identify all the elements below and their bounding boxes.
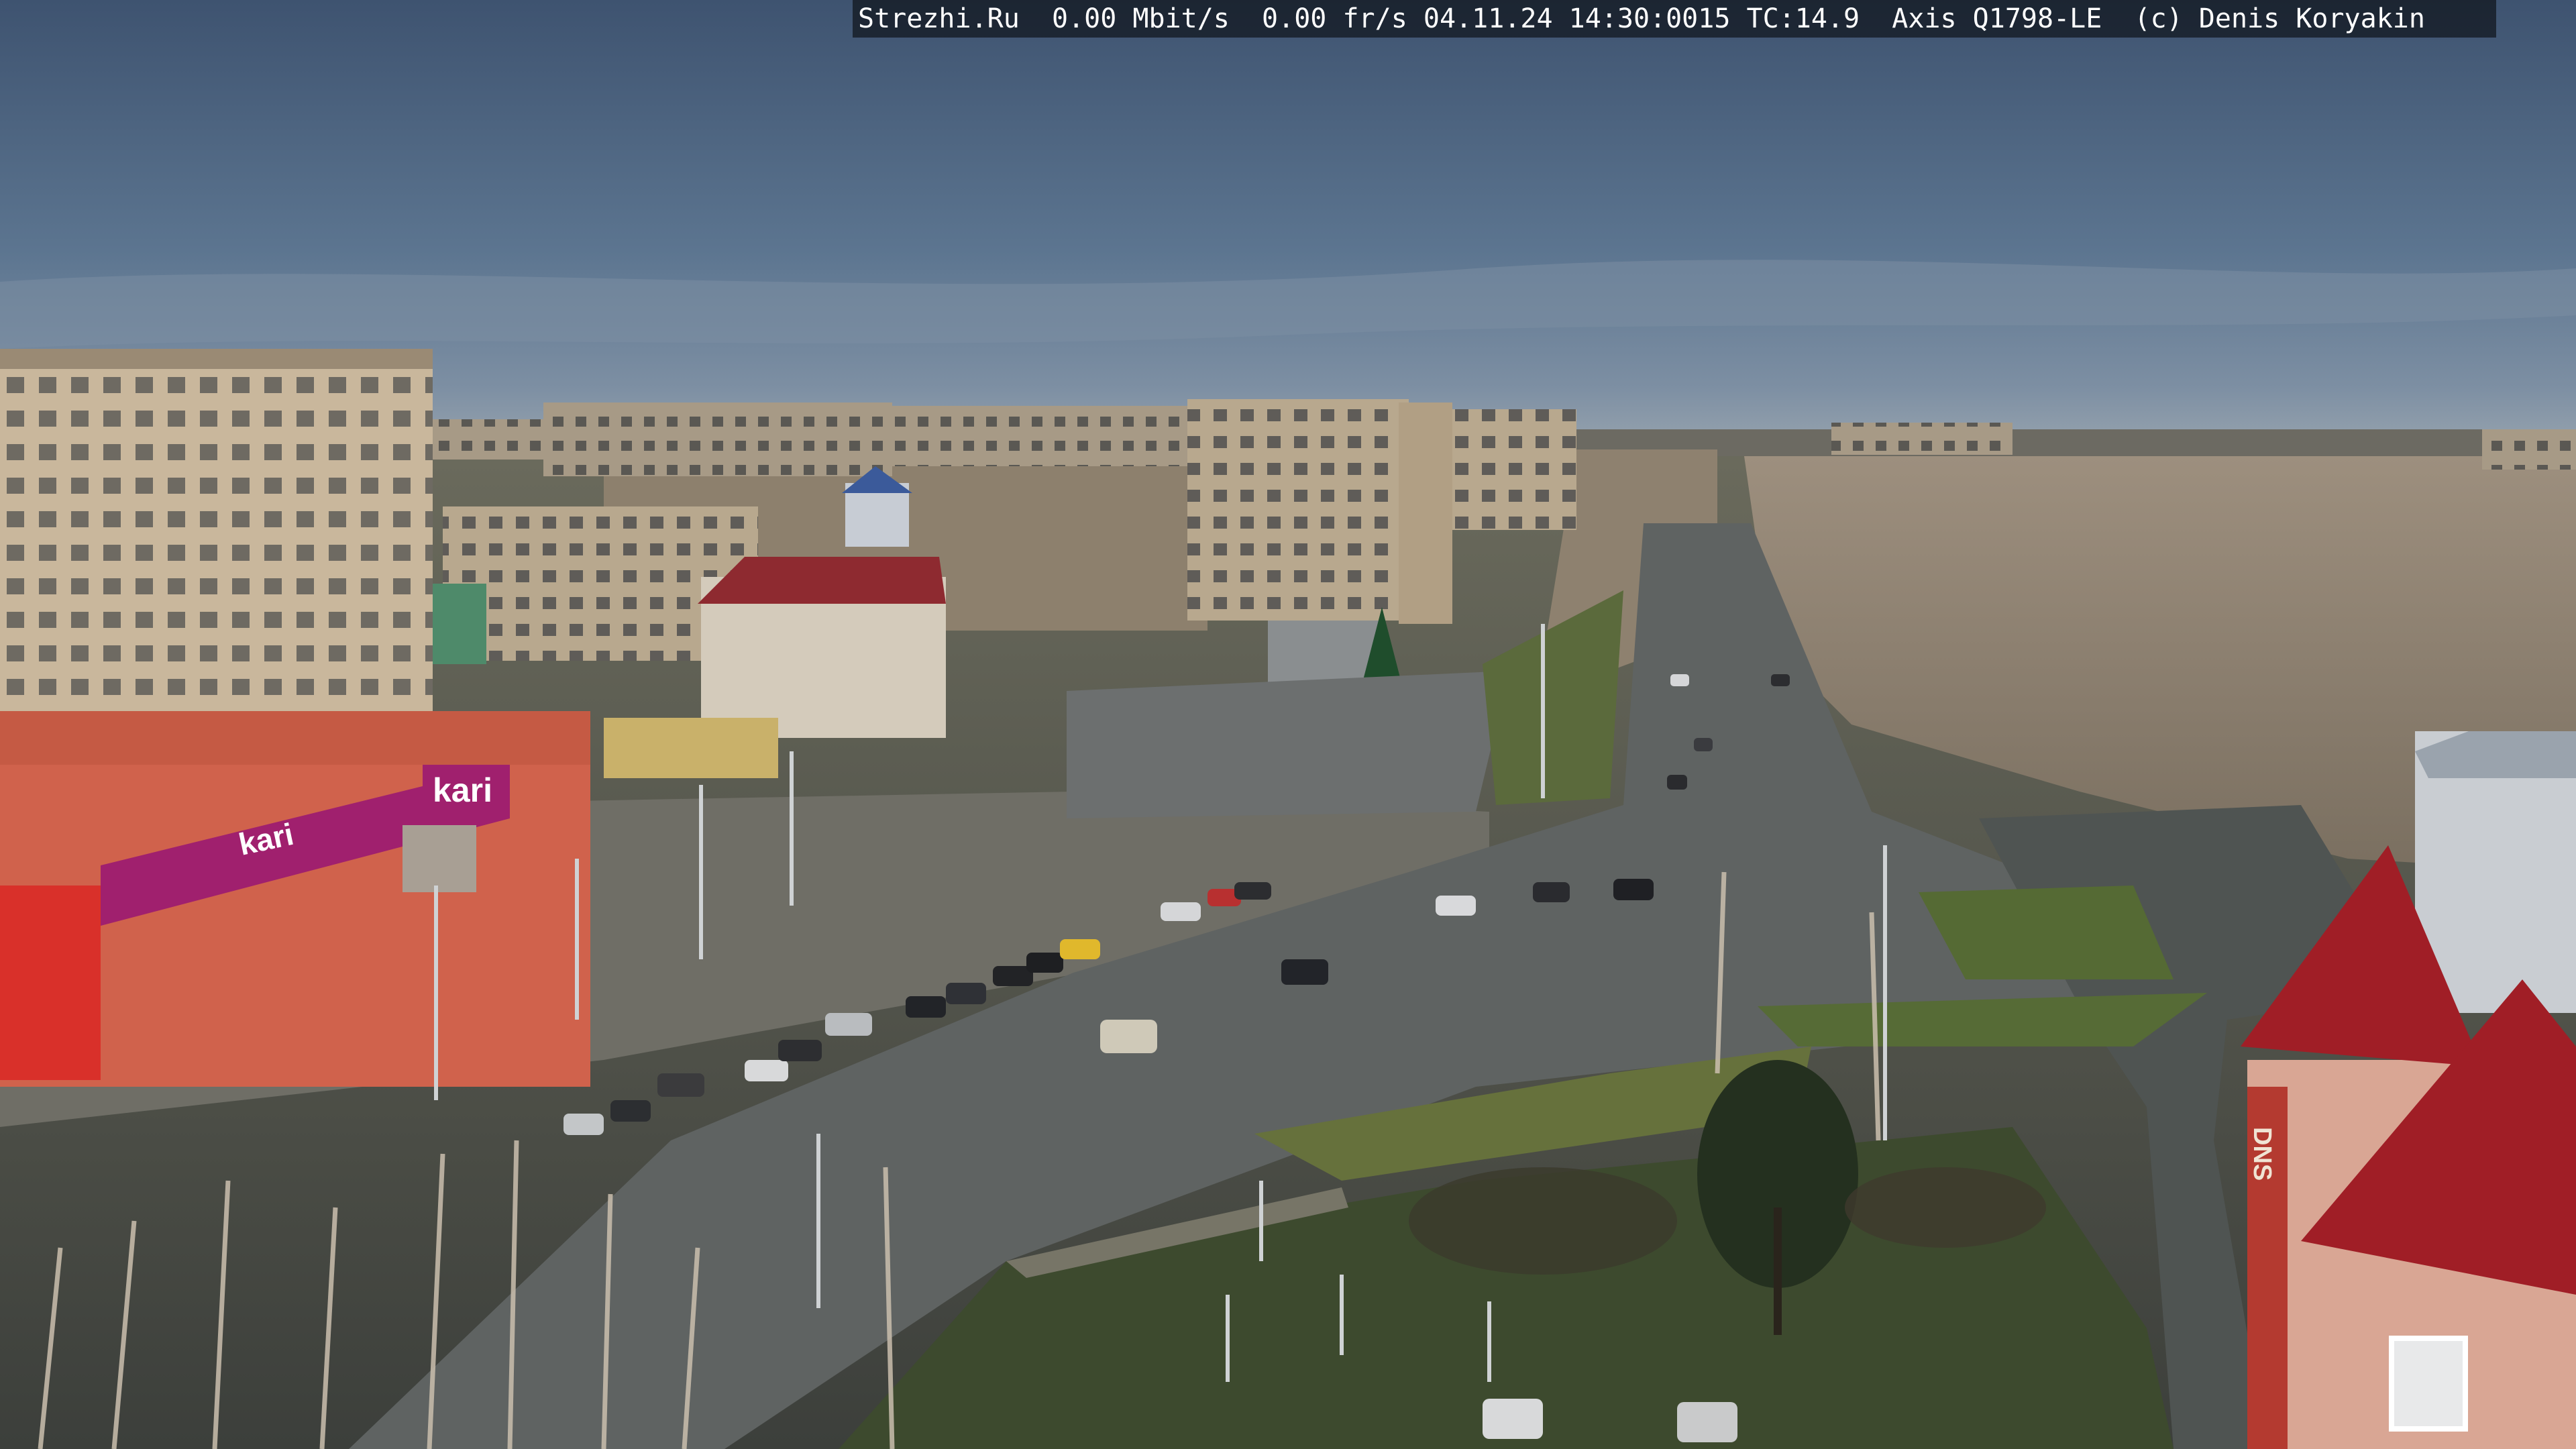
car xyxy=(1670,674,1689,686)
green-house xyxy=(433,584,486,664)
car xyxy=(1771,674,1790,686)
distant-building-1 xyxy=(429,419,550,460)
car xyxy=(1436,896,1476,916)
distant-building-4 xyxy=(1831,423,2012,455)
camera-osd-overlay: Strezhi.Ru 0.00 Mbit/s 0.00 fr/s 04.11.2… xyxy=(853,0,2496,38)
store-upper-floor xyxy=(0,711,590,765)
kiosk xyxy=(604,718,778,778)
car xyxy=(1234,882,1271,900)
shrubs xyxy=(1409,1167,1677,1275)
distant-building-5 xyxy=(2482,429,2576,470)
car xyxy=(657,1073,704,1097)
dns-sign: DNS xyxy=(2248,1127,2276,1181)
distant-building-3 xyxy=(892,406,1187,466)
car xyxy=(1060,939,1100,959)
car xyxy=(1026,953,1063,973)
car xyxy=(1694,738,1713,751)
apartment-block-left-roof xyxy=(0,349,433,369)
car xyxy=(906,996,946,1018)
shrubs xyxy=(1845,1167,2046,1248)
car xyxy=(745,1060,788,1081)
car xyxy=(1677,1402,1737,1442)
webcam-scene: kari kari DNS xyxy=(0,0,2576,1449)
car xyxy=(1483,1399,1543,1439)
car xyxy=(1100,1020,1157,1053)
central-square xyxy=(1067,671,1509,818)
store-entrance xyxy=(402,825,476,892)
central-tower-stairwell xyxy=(1399,402,1452,624)
car xyxy=(1613,879,1654,900)
turret-window xyxy=(2389,1336,2468,1432)
central-tower-building xyxy=(1187,399,1409,621)
kari-sign-tower: kari xyxy=(433,771,492,809)
car xyxy=(946,983,986,1004)
car xyxy=(778,1040,822,1061)
store-red-corner xyxy=(0,885,101,1080)
car xyxy=(1161,902,1201,921)
central-tower-wing xyxy=(1452,409,1576,530)
car xyxy=(1281,959,1328,985)
car xyxy=(564,1114,604,1135)
car xyxy=(825,1013,872,1036)
car xyxy=(1667,775,1687,790)
car xyxy=(610,1100,651,1122)
distant-building-2 xyxy=(543,402,892,476)
car xyxy=(1533,882,1570,902)
